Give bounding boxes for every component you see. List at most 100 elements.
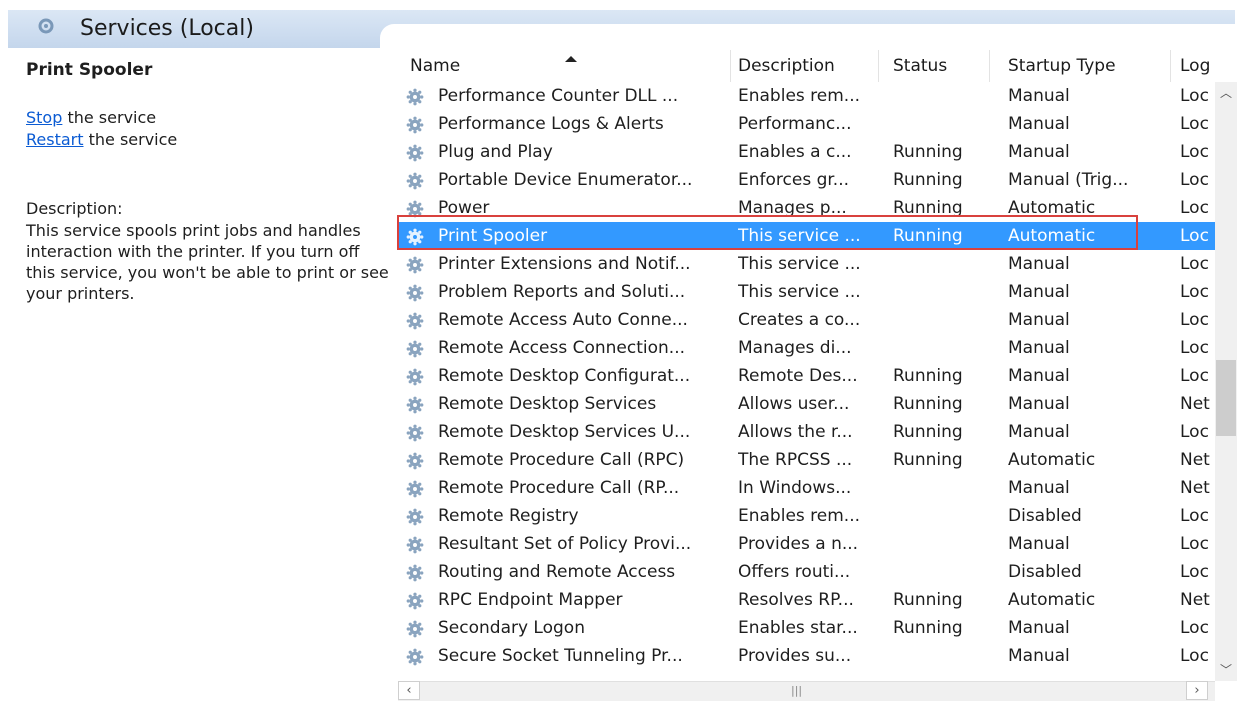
table-row[interactable]: Secondary Logon Enables star... Running Man…	[398, 614, 1215, 642]
selected-service-name: Print Spooler	[26, 60, 153, 80]
cell-log-on-as: Loc	[1180, 422, 1209, 442]
cell-name: Remote Desktop Configurat...	[438, 366, 691, 386]
table-row[interactable]: Remote Registry Enables rem... Disabled Loc	[398, 502, 1215, 530]
cell-startup-type: Manual (Trig...	[1008, 170, 1129, 190]
cell-name: Secondary Logon	[438, 618, 585, 638]
gear-icon	[406, 452, 424, 470]
cell-name: Printer Extensions and Notif...	[438, 254, 691, 274]
gear-icon	[406, 424, 424, 442]
cell-startup-type: Manual	[1008, 338, 1070, 358]
table-row[interactable]: Remote Desktop Services Allows user... Run…	[398, 390, 1215, 418]
table-row[interactable]: Remote Desktop Services U... Allows the r…	[398, 418, 1215, 446]
cell-status: Running	[893, 618, 963, 638]
scroll-right-icon[interactable]: ›	[1186, 681, 1208, 700]
description-text: This service spools print jobs and handl…	[26, 221, 389, 303]
table-row[interactable]: Remote Access Auto Conne... Creates a co.…	[398, 306, 1215, 334]
stop-link[interactable]: Stop	[26, 108, 62, 127]
gear-icon	[406, 88, 424, 106]
column-header-description[interactable]: Description	[738, 50, 879, 82]
horizontal-scrollbar[interactable]	[398, 681, 1215, 701]
cell-description: This service ...	[738, 254, 861, 274]
cell-startup-type: Manual	[1008, 422, 1070, 442]
table-row[interactable]: Remote Desktop Configurat... Remote Des..…	[398, 362, 1215, 390]
cell-status: Running	[893, 142, 963, 162]
gear-icon	[406, 144, 424, 162]
vertical-scroll-thumb[interactable]	[1216, 360, 1236, 436]
cell-startup-type: Manual	[1008, 142, 1070, 162]
gear-icon	[406, 480, 424, 498]
gear-icon	[406, 172, 424, 190]
stop-service-line: Stop the service	[26, 108, 156, 127]
cell-name: Plug and Play	[438, 142, 553, 162]
cell-name: Performance Counter DLL ...	[438, 86, 679, 106]
gear-icon	[406, 312, 424, 330]
scroll-up-icon[interactable]: ︿	[1215, 82, 1237, 104]
cell-log-on-as: Loc	[1180, 562, 1209, 582]
cell-status: Running	[893, 366, 963, 386]
table-row[interactable]: Secure Socket Tunneling Pr... Provides su…	[398, 642, 1215, 670]
cell-startup-type: Automatic	[1008, 450, 1096, 470]
cell-startup-type: Manual	[1008, 534, 1070, 554]
table-row[interactable]: Performance Logs & Alerts Performanc... Ma…	[398, 110, 1215, 138]
table-row[interactable]: Remote Access Connection... Manages di...…	[398, 334, 1215, 362]
table-row[interactable]: Printer Extensions and Notif... This serv…	[398, 250, 1215, 278]
gear-icon	[406, 284, 424, 302]
cell-startup-type: Manual	[1008, 394, 1070, 414]
table-row[interactable]: RPC Endpoint Mapper Resolves RP... Running…	[398, 586, 1215, 614]
table-row[interactable]: Resultant Set of Policy Provi... Provides…	[398, 530, 1215, 558]
cell-startup-type: Disabled	[1008, 562, 1082, 582]
column-header-startup-type[interactable]: Startup Type	[1008, 50, 1171, 82]
cell-startup-type: Manual	[1008, 478, 1070, 498]
cell-name: Remote Desktop Services	[438, 394, 657, 414]
cell-name: Portable Device Enumerator...	[438, 170, 693, 190]
restart-link[interactable]: Restart	[26, 130, 84, 149]
gear-icon	[406, 508, 424, 526]
cell-name: Problem Reports and Soluti...	[438, 282, 686, 302]
cell-status: Running	[893, 170, 963, 190]
scroll-left-icon[interactable]: ‹	[398, 681, 420, 700]
cell-log-on-as: Loc	[1180, 142, 1209, 162]
column-header-log-on-as[interactable]: Log	[1180, 50, 1214, 82]
restart-service-line: Restart the service	[26, 130, 177, 149]
cell-name: Performance Logs & Alerts	[438, 114, 664, 134]
cell-description: Enables rem...	[738, 506, 861, 526]
cell-description: In Windows...	[738, 478, 852, 498]
cell-name: Secure Socket Tunneling Pr...	[438, 646, 683, 666]
cell-log-on-as: Loc	[1180, 114, 1209, 134]
table-row[interactable]: Portable Device Enumerator... Enforces gr…	[398, 166, 1215, 194]
cell-name: Resultant Set of Policy Provi...	[438, 534, 692, 554]
cell-startup-type: Manual	[1008, 310, 1070, 330]
table-row[interactable]: Remote Procedure Call (RPC) The RPCSS ...…	[398, 446, 1215, 474]
scroll-grip-icon: |||	[791, 684, 803, 697]
highlight-box	[397, 215, 1138, 250]
table-row[interactable]: Plug and Play Enables a c... Running Manual…	[398, 138, 1215, 166]
table-row[interactable]: Remote Procedure Call (RP... In Windows..…	[398, 474, 1215, 502]
cell-description: Provides su...	[738, 646, 852, 666]
cell-log-on-as: Loc	[1180, 170, 1209, 190]
cell-log-on-as: Loc	[1180, 310, 1209, 330]
top-strip	[0, 0, 1237, 10]
header-tab-shape	[380, 24, 1237, 48]
stop-link-suffix: the service	[62, 108, 157, 127]
scroll-down-icon[interactable]: ﹀	[1215, 659, 1237, 681]
description-label: Description:	[26, 199, 123, 218]
gear-icon	[406, 256, 424, 274]
cell-name: Remote Access Connection...	[438, 338, 685, 358]
cell-log-on-as: Loc	[1180, 282, 1209, 302]
cell-status: Running	[893, 590, 963, 610]
restart-link-suffix: the service	[83, 130, 178, 149]
column-header-name[interactable]: Name	[410, 50, 731, 82]
table-row[interactable]: Performance Counter DLL ... Enables rem..…	[398, 82, 1215, 110]
header-title: Services (Local)	[80, 16, 254, 41]
cell-log-on-as: Loc	[1180, 254, 1209, 274]
gear-icon	[406, 340, 424, 358]
cell-log-on-as: Net	[1180, 450, 1210, 470]
column-header-status[interactable]: Status	[893, 50, 990, 82]
cell-status: Running	[893, 394, 963, 414]
table-row[interactable]: Routing and Remote Access Offers routi...…	[398, 558, 1215, 586]
table-row[interactable]: Problem Reports and Soluti... This servic…	[398, 278, 1215, 306]
sort-ascending-icon	[565, 56, 577, 62]
cell-log-on-as: Loc	[1180, 86, 1209, 106]
cell-name: RPC Endpoint Mapper	[438, 590, 623, 610]
cell-log-on-as: Loc	[1180, 618, 1209, 638]
